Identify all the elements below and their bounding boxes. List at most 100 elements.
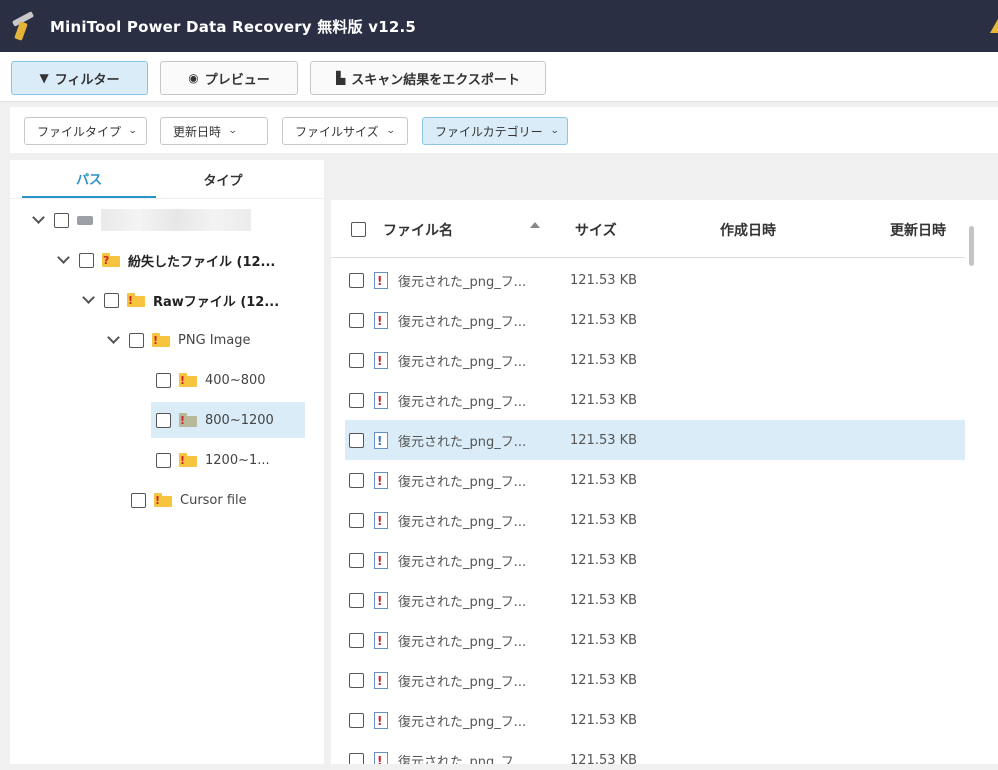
modified-date-dropdown[interactable]: 更新日時 ⌄	[160, 117, 268, 145]
tree-node-lost-files[interactable]: ? 紛失したファイル (12...	[57, 242, 275, 278]
tree-node-cursor-file[interactable]: ! Cursor file	[131, 482, 247, 518]
funnel-icon: ▼	[39, 71, 49, 85]
file-row[interactable]: ! 復元された_png_フ... 121.53 KB	[345, 340, 965, 380]
checkbox[interactable]	[349, 432, 364, 448]
vertical-scrollbar[interactable]	[969, 226, 974, 266]
export-scan-results-button[interactable]: ▙ スキャン結果をエクスポート	[310, 61, 546, 95]
file-row[interactable]: ! 復元された_png_フ... 121.53 KB	[345, 580, 965, 620]
checkbox[interactable]	[349, 632, 364, 648]
tab-type[interactable]: タイプ	[156, 160, 290, 198]
file-name: 復元された_png_フ...	[398, 714, 527, 730]
checkbox[interactable]	[349, 552, 364, 568]
chevron-down-icon[interactable]	[32, 213, 46, 227]
checkbox[interactable]	[54, 212, 69, 228]
file-size: 121.53 KB	[570, 432, 638, 448]
checkbox[interactable]	[349, 352, 364, 368]
checkbox[interactable]	[349, 512, 364, 528]
png-file-icon: !	[374, 711, 388, 729]
folder-icon: !	[179, 373, 197, 387]
column-header-name[interactable]: ファイル名	[383, 220, 453, 240]
file-size: 121.53 KB	[570, 752, 638, 765]
column-header-created[interactable]: 作成日時	[720, 220, 776, 240]
png-file-icon: !	[374, 311, 388, 329]
file-name: 復元された_png_フ...	[398, 474, 527, 490]
chevron-down-icon[interactable]	[82, 293, 96, 307]
file-row[interactable]: ! 復元された_png_フ... 121.53 KB	[345, 700, 965, 740]
png-file-icon: !	[374, 511, 388, 529]
column-header-size[interactable]: サイズ	[575, 220, 617, 240]
tree-node-1200[interactable]: ! 1200~1...	[156, 442, 270, 478]
checkbox[interactable]	[349, 592, 364, 608]
tree-node-png-image[interactable]: ! PNG Image	[107, 322, 250, 358]
png-file-icon: !	[374, 671, 388, 689]
png-file-icon: !	[374, 391, 388, 409]
lost-folder-icon: ?	[102, 253, 120, 267]
checkbox[interactable]	[156, 372, 171, 388]
blurred-drive-label	[101, 209, 251, 231]
file-row[interactable]: ! 復元された_png_フ... 121.53 KB	[345, 380, 965, 420]
png-file-icon: !	[374, 271, 388, 289]
column-header-modified[interactable]: 更新日時	[890, 220, 946, 240]
file-name: 復元された_png_フ...	[398, 594, 527, 610]
chevron-down-icon: ⌄	[385, 126, 396, 136]
file-name: 復元された_png_フ...	[398, 314, 527, 330]
preview-button[interactable]: ◉ プレビュー	[160, 61, 298, 95]
folder-icon: !	[154, 493, 172, 507]
sort-ascending-icon[interactable]	[530, 222, 540, 228]
checkbox[interactable]	[349, 312, 364, 328]
file-category-dropdown[interactable]: ファイルカテゴリー ⌄	[422, 117, 568, 145]
chevron-down-icon: ⌄	[227, 126, 238, 136]
file-size: 121.53 KB	[570, 272, 638, 288]
file-row[interactable]: ! 復元された_png_フ... 121.53 KB	[345, 500, 965, 540]
file-row[interactable]: ! 復元された_png_フ... 121.53 KB	[345, 460, 965, 500]
checkbox[interactable]	[129, 332, 144, 348]
chevron-down-icon[interactable]	[57, 253, 71, 267]
file-row[interactable]: ! 復元された_png_フ... 121.53 KB	[345, 540, 965, 580]
checkbox[interactable]	[349, 272, 364, 288]
tree-node-drive[interactable]	[32, 202, 251, 238]
checkbox[interactable]	[79, 252, 94, 268]
file-size: 121.53 KB	[570, 392, 638, 408]
checkbox[interactable]	[349, 392, 364, 408]
checkbox[interactable]	[349, 712, 364, 728]
filter-button[interactable]: ▼ フィルター	[11, 61, 148, 95]
checkbox[interactable]	[156, 412, 171, 428]
png-file-icon: !	[374, 431, 388, 449]
file-name: 復元された_png_フ...	[398, 634, 527, 650]
png-file-icon: !	[374, 591, 388, 609]
png-file-icon: !	[374, 351, 388, 369]
file-name: 復元された_png_フ...	[398, 514, 527, 530]
toolbar: ▼ フィルター ◉ プレビュー ▙ スキャン結果をエクスポート	[0, 52, 998, 102]
file-row[interactable]: ! 復元された_png_フ... 121.53 KB	[345, 260, 965, 300]
eye-icon: ◉	[188, 71, 199, 85]
tab-path[interactable]: パス	[22, 160, 156, 198]
png-file-icon: !	[374, 471, 388, 489]
file-row[interactable]: ! 復元された_png_フ... 121.53 KB	[345, 660, 965, 700]
file-size-dropdown[interactable]: ファイルサイズ ⌄	[282, 117, 408, 145]
checkbox[interactable]	[131, 492, 146, 508]
file-size: 121.53 KB	[570, 512, 638, 528]
file-type-dropdown[interactable]: ファイルタイプ ⌄	[24, 117, 147, 145]
export-file-icon: ▙	[336, 71, 346, 85]
tree-node-400-800[interactable]: ! 400~800	[156, 362, 266, 398]
file-row[interactable]: ! 復元された_png_フ... 121.53 KB	[345, 620, 965, 660]
checkbox[interactable]	[349, 752, 364, 764]
file-name: 復元された_png_フ...	[398, 274, 527, 290]
png-file-icon: !	[374, 631, 388, 649]
tree-node-raw-files[interactable]: ! Rawファイル (12...	[82, 282, 279, 318]
file-list-panel: ファイル名 サイズ 作成日時 更新日時 ! 復元された_png_フ... 121.5…	[331, 200, 998, 764]
select-all-checkbox[interactable]	[351, 222, 366, 237]
window-title: MiniTool Power Data Recovery 無料版 v12.5	[50, 17, 417, 36]
checkbox[interactable]	[156, 452, 171, 468]
checkbox[interactable]	[104, 292, 119, 308]
file-size: 121.53 KB	[570, 632, 638, 648]
file-row[interactable]: ! 復元された_png_フ... 121.53 KB	[345, 740, 965, 764]
upgrade-corner-icon[interactable]	[990, 19, 998, 33]
chevron-down-icon[interactable]	[107, 333, 121, 347]
tree-node-800-1200[interactable]: ! 800~1200	[151, 402, 305, 438]
checkbox[interactable]	[349, 672, 364, 688]
file-row[interactable]: ! 復元された_png_フ... 121.53 KB	[345, 300, 965, 340]
file-size: 121.53 KB	[570, 552, 638, 568]
file-row[interactable]: ! 復元された_png_フ... 121.53 KB	[345, 420, 965, 460]
checkbox[interactable]	[349, 472, 364, 488]
